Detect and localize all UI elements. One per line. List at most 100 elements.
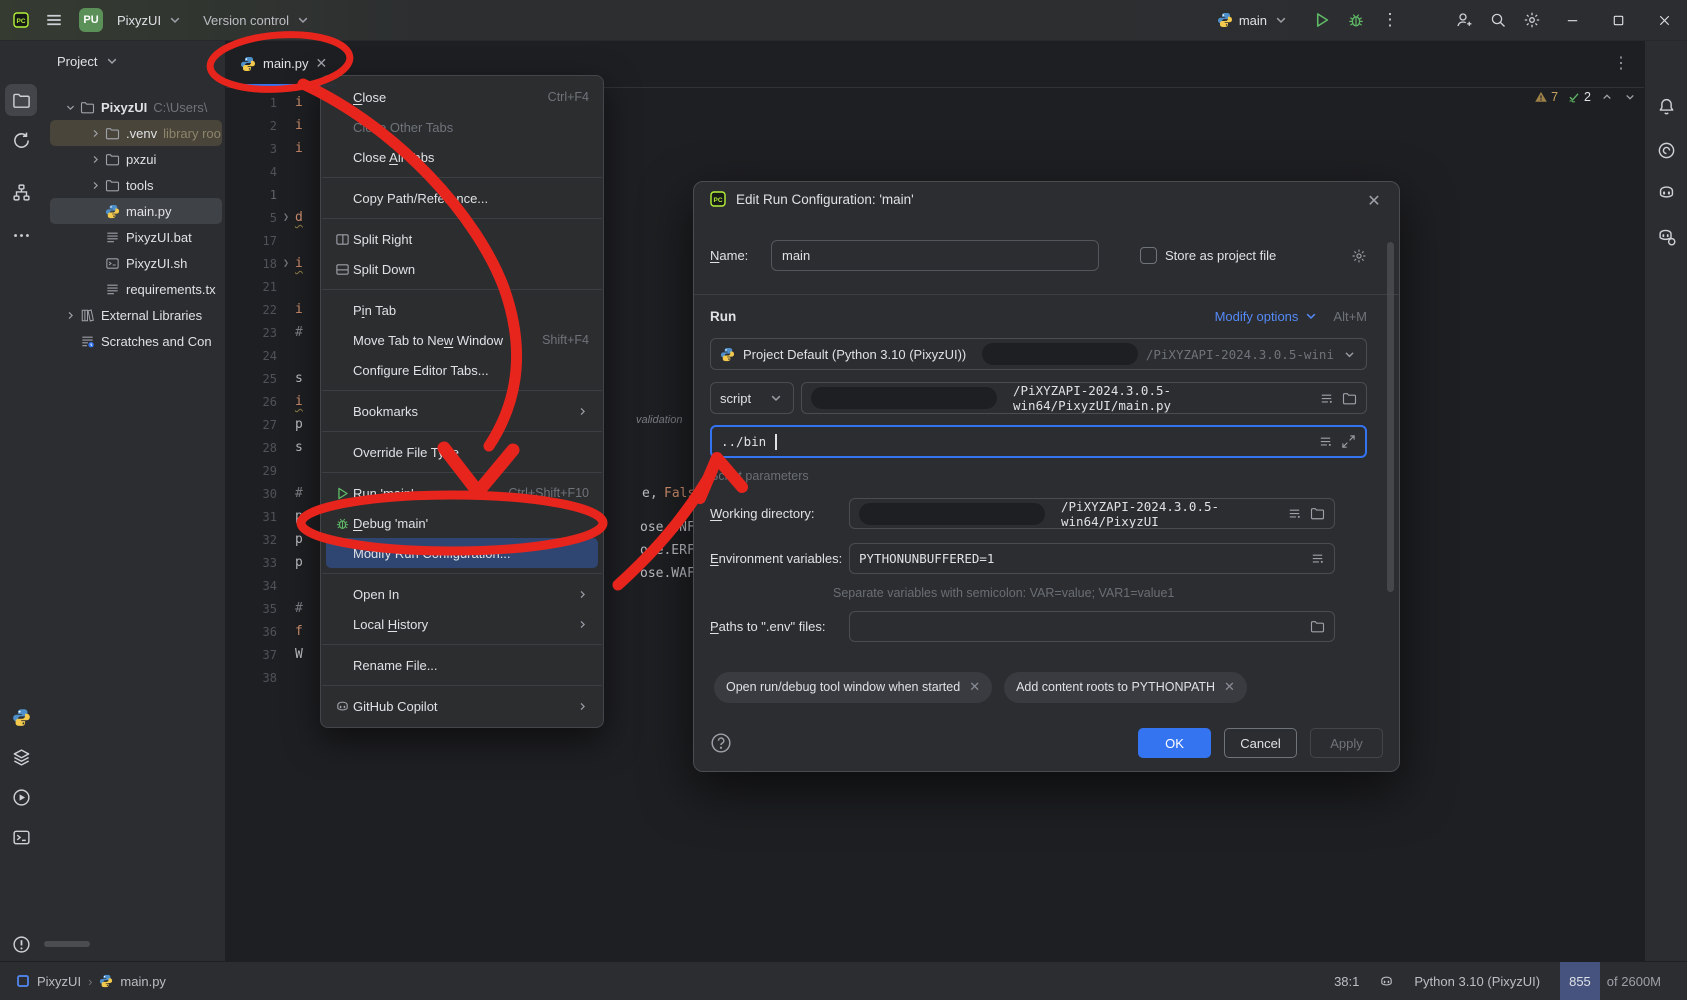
run-configuration-selector[interactable]: main [1217, 12, 1289, 28]
name-field[interactable]: main [771, 240, 1099, 271]
tool-window-button-run[interactable] [5, 781, 37, 813]
tree-item-pxzui[interactable]: pxzui [50, 146, 222, 172]
run-button[interactable] [1305, 0, 1339, 40]
cancel-button[interactable]: Cancel [1224, 728, 1297, 758]
apply-button[interactable]: Apply [1310, 728, 1383, 758]
ok-button[interactable]: OK [1138, 728, 1211, 758]
minimize-button[interactable] [1549, 0, 1595, 40]
settings-button[interactable] [1515, 0, 1549, 40]
modify-options-link[interactable]: Modify options Alt+M [1215, 308, 1367, 324]
close-window-button[interactable] [1641, 0, 1687, 40]
tree-item-pixyzui[interactable]: PixyzUIC:\Users\ [50, 94, 222, 120]
menu-item-open-in[interactable]: Open In [321, 579, 603, 609]
horizontal-scrollbar[interactable] [44, 941, 90, 947]
memory-indicator[interactable]: 855 of 2600M [1560, 962, 1661, 1000]
chevron-right-icon[interactable] [87, 179, 103, 192]
tree-item-main-py[interactable]: main.py [50, 198, 222, 224]
chevron-right-icon[interactable] [87, 153, 103, 166]
menu-item-rename-file[interactable]: Rename File... [321, 650, 603, 680]
debug-button[interactable] [1339, 0, 1373, 40]
interpreter-widget[interactable]: Python 3.10 (PixyzUI) [1414, 974, 1540, 989]
option-chip-add-content-roots-to-pythonpath[interactable]: Add content roots to PYTHONPATH✕ [1004, 672, 1247, 703]
tool-window-button-notifications[interactable] [1650, 90, 1682, 122]
menu-item-configure-editor-tabs[interactable]: Configure Editor Tabs... [321, 355, 603, 385]
menu-item-pin-tab[interactable]: Pin Tab [321, 295, 603, 325]
menu-item-local-history[interactable]: Local History [321, 609, 603, 639]
close-tab-icon[interactable]: ✕ [316, 55, 328, 72]
vcs-widget[interactable]: Version control [197, 5, 317, 35]
expand-field-icon[interactable] [1341, 434, 1356, 449]
chevron-right-icon[interactable] [87, 127, 103, 140]
maximize-button[interactable] [1595, 0, 1641, 40]
store-options-gear-icon[interactable] [1351, 248, 1367, 264]
caret-position-widget[interactable]: 38:1 [1334, 974, 1359, 989]
environment-variables-field[interactable]: PYTHONUNBUFFERED=1 [849, 543, 1335, 574]
tool-window-button-services[interactable] [5, 741, 37, 773]
tool-window-button-ai-assistant[interactable] [1650, 134, 1682, 166]
tool-window-button-project[interactable] [5, 84, 37, 116]
menu-item-debug-main[interactable]: Debug 'main' [321, 508, 603, 538]
chevron-right-icon[interactable] [62, 309, 78, 322]
more-actions-button[interactable]: ⋮ [1373, 0, 1407, 40]
menu-item-split-right[interactable]: Split Right [321, 224, 603, 254]
tree-item-pixyzui-bat[interactable]: PixyzUI.bat [50, 224, 222, 250]
tool-window-button-github-copilot[interactable] [1650, 176, 1682, 208]
option-chip-open-run-debug-tool-window-when-started[interactable]: Open run/debug tool window when started✕ [714, 672, 992, 703]
tool-window-button-python-packages[interactable] [5, 701, 37, 733]
chevron-down-icon[interactable] [62, 101, 78, 114]
breadcrumb-file[interactable]: main.py [120, 974, 166, 989]
script-parameters-field[interactable]: ../bin [710, 425, 1367, 458]
inspections-widget[interactable]: 7 2 [1534, 90, 1637, 104]
interpreter-combobox[interactable]: Project Default (Python 3.10 (PixyzUI)) … [710, 338, 1367, 370]
script-path-field[interactable]: /PiXYZAPI-2024.3.0.5-win64/PixyzUI/main.… [801, 382, 1367, 414]
next-problem-icon[interactable] [1623, 90, 1637, 104]
help-icon[interactable] [710, 732, 732, 754]
edit-variables-icon[interactable] [1310, 551, 1325, 566]
menu-item-override-file-type[interactable]: Override File Type [321, 437, 603, 467]
insert-macros-icon[interactable] [1287, 506, 1302, 521]
working-directory-field[interactable]: /PiXYZAPI-2024.3.0.5-win64/PixyzUI [849, 498, 1335, 529]
menu-item-move-tab-to-new-window[interactable]: Move Tab to New WindowShift+F4 [321, 325, 603, 355]
env-files-field[interactable] [849, 611, 1335, 642]
menu-item-run-main[interactable]: Run 'main'Ctrl+Shift+F10 [321, 478, 603, 508]
project-widget[interactable]: PixyzUI [111, 5, 189, 35]
menu-item-split-down[interactable]: Split Down [321, 254, 603, 284]
tree-item-requirements-tx[interactable]: requirements.tx [50, 276, 222, 302]
menu-item-close-other-tabs[interactable]: Close Other Tabs [321, 112, 603, 142]
insert-macros-icon[interactable] [1319, 391, 1334, 406]
browse-folder-icon[interactable] [1310, 619, 1325, 634]
tool-window-button-copilot-chat[interactable] [1650, 220, 1682, 252]
tool-window-button-pull-requests[interactable] [5, 124, 37, 156]
main-menu-button[interactable] [37, 0, 71, 40]
browse-folder-icon[interactable] [1310, 506, 1325, 521]
target-type-combobox[interactable]: script [710, 382, 794, 414]
tree-item-external-libraries[interactable]: External Libraries [50, 302, 222, 328]
previous-problem-icon[interactable] [1600, 90, 1614, 104]
code-with-me-button[interactable] [1447, 0, 1481, 40]
tool-window-button-structure[interactable] [5, 176, 37, 208]
insert-macros-icon[interactable] [1318, 434, 1333, 449]
tree-item-scratches-and-con[interactable]: Scratches and Con [50, 328, 222, 354]
breadcrumb-project[interactable]: PixyzUI [37, 974, 81, 989]
editor-options-icon[interactable]: ⋮ [1613, 53, 1629, 73]
menu-item-bookmarks[interactable]: Bookmarks [321, 396, 603, 426]
breadcrumb[interactable]: PixyzUI › main.py [0, 974, 166, 989]
tool-window-button-terminal[interactable] [5, 821, 37, 853]
tree-item-venv[interactable]: .venvlibrary roo [50, 120, 222, 146]
tree-item-pixyzui-sh[interactable]: PixyzUI.sh [50, 250, 222, 276]
menu-item-github-copilot[interactable]: GitHub Copilot [321, 691, 603, 721]
menu-item-modify-run-configuration[interactable]: Modify Run Configuration... [326, 538, 598, 568]
copilot-status-icon[interactable] [1379, 974, 1394, 989]
menu-item-close[interactable]: CloseCtrl+F4 [321, 82, 603, 112]
tree-item-tools[interactable]: tools [50, 172, 222, 198]
dialog-close-icon[interactable]: ✕ [1363, 190, 1385, 212]
remove-chip-icon[interactable]: ✕ [969, 679, 980, 695]
tool-window-button-more-tool-windows[interactable] [5, 219, 37, 251]
search-everywhere-button[interactable] [1481, 0, 1515, 40]
menu-item-close-all-tabs[interactable]: Close All Tabs [321, 142, 603, 172]
menu-item-copy-path-reference[interactable]: Copy Path/Reference... [321, 183, 603, 213]
browse-folder-icon[interactable] [1342, 391, 1357, 406]
remove-chip-icon[interactable]: ✕ [1224, 679, 1235, 695]
fold-arrow-icon[interactable]: ❯ [277, 258, 295, 269]
fold-arrow-icon[interactable]: ❯ [277, 212, 295, 223]
